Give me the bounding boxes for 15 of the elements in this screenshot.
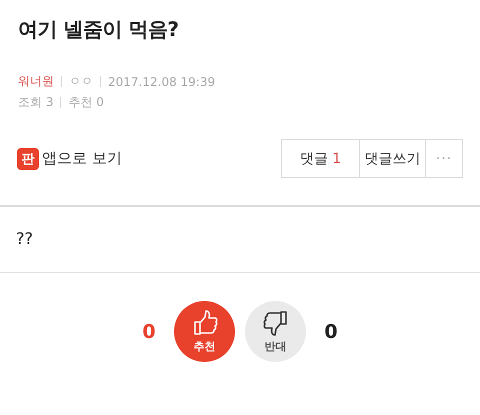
oppose-count: 0 bbox=[323, 320, 339, 342]
app-view-link[interactable]: 앱으로 보기 bbox=[42, 149, 122, 168]
post-body: ?? bbox=[16, 229, 33, 248]
thumbs-up-icon bbox=[192, 309, 218, 337]
upvote-count: 0 bbox=[141, 320, 157, 342]
recommend-button[interactable]: 추천 bbox=[174, 301, 235, 362]
nickname: ㅇㅇ bbox=[69, 73, 93, 90]
oppose-button[interactable]: 반대 bbox=[245, 301, 306, 362]
post-date: 2017.12.08 19:39 bbox=[108, 74, 216, 88]
post-title: 여기 넬줌이 먹음? bbox=[18, 16, 180, 43]
view-count: 조회 3 bbox=[18, 94, 54, 111]
app-logo[interactable]: 판 bbox=[17, 148, 39, 170]
recommend-count: 추천 0 bbox=[68, 94, 104, 111]
thumbs-down-icon bbox=[262, 309, 288, 337]
author-name[interactable]: 워너원 bbox=[18, 73, 54, 90]
